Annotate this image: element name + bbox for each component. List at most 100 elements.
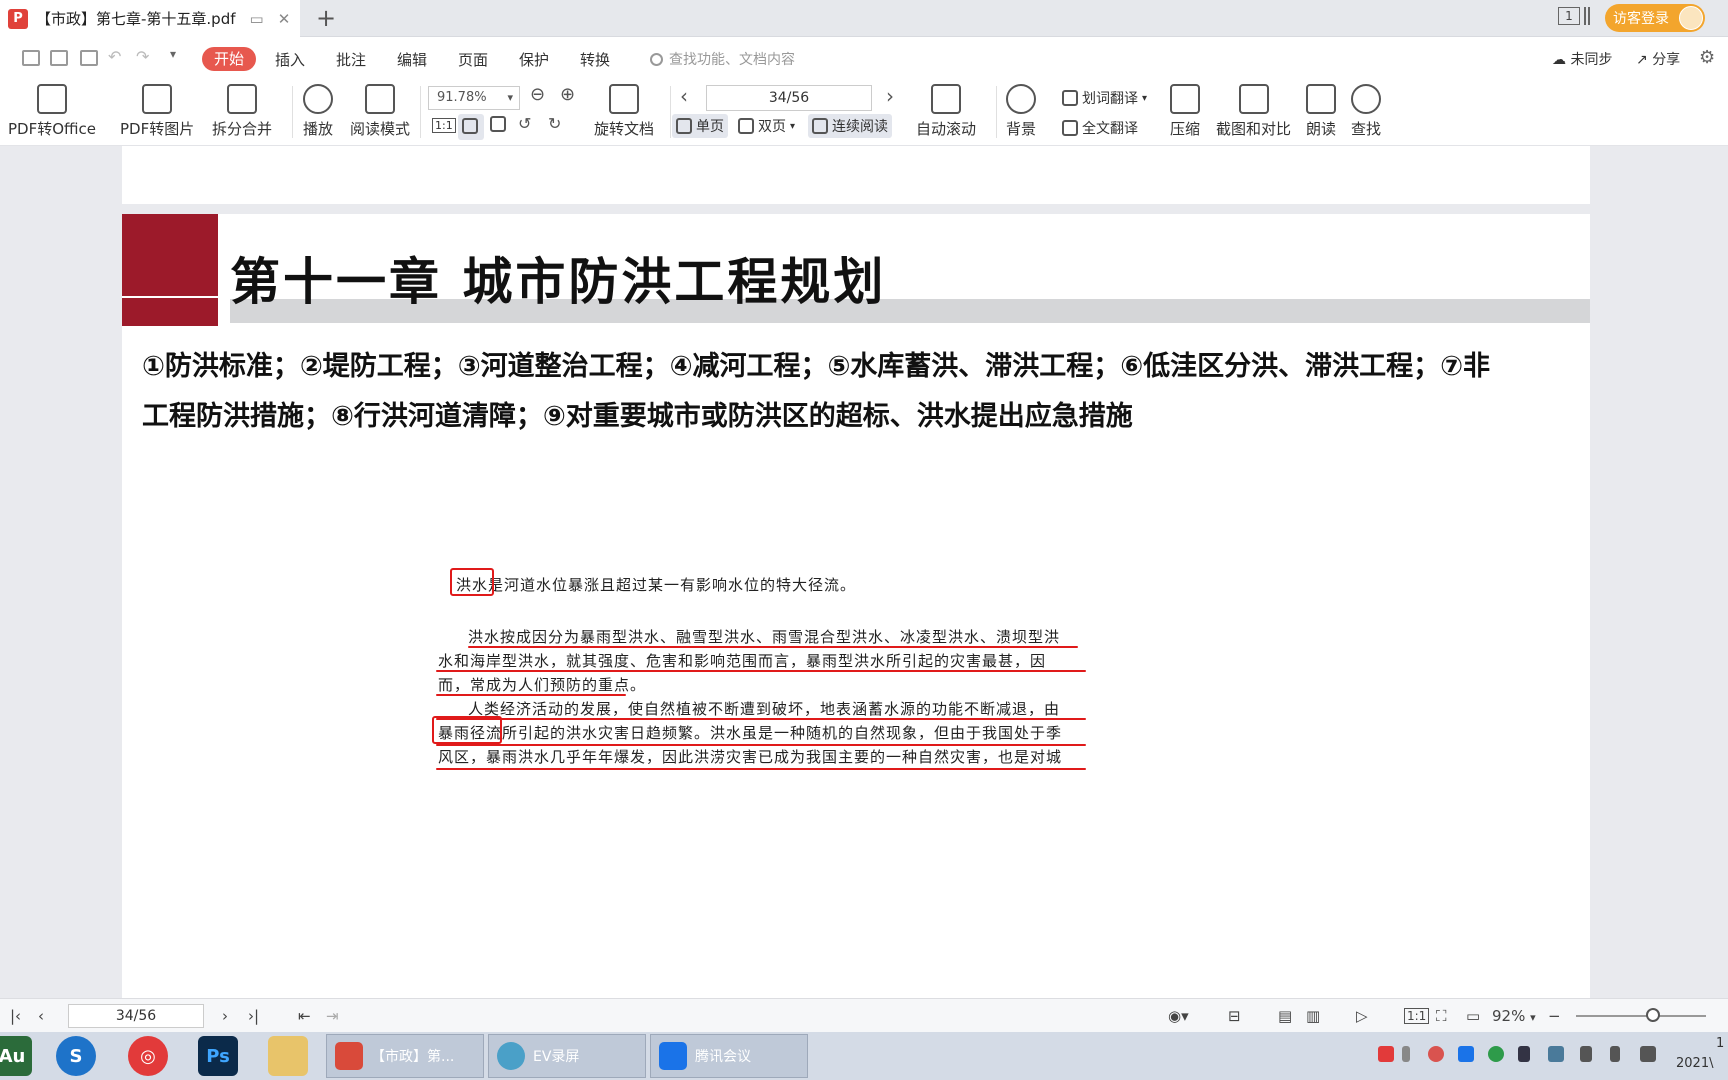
audition-app-icon[interactable]: Au	[0, 1036, 32, 1076]
network-tray-icon[interactable]	[1548, 1046, 1564, 1062]
guest-login-button[interactable]: 访客登录	[1605, 4, 1705, 32]
zoom-out-icon[interactable]: −	[1548, 1007, 1561, 1025]
ribbon-toolbar: PDF转Office PDF转图片 拆分合并 播放 阅读模式 91.78% ▾ …	[0, 78, 1728, 146]
security-tray-icon[interactable]	[1488, 1046, 1504, 1062]
forward-icon[interactable]: ⇥	[326, 1007, 339, 1025]
double-page-icon[interactable]: ▥	[1306, 1007, 1320, 1025]
document-viewport[interactable]: 第十一章 城市防洪工程规划 ①防洪标准；②堤防工程；③河道整治工程；④减河工程；…	[0, 146, 1728, 998]
file-explorer-icon[interactable]	[268, 1036, 308, 1076]
rotate-left-icon[interactable]: ↺	[518, 114, 531, 133]
redo-icon[interactable]: ↷	[136, 47, 149, 66]
fit-width-icon[interactable]	[490, 116, 506, 136]
auto-scroll-button[interactable]: 自动滚动	[916, 84, 976, 139]
window-count-badge[interactable]: 1	[1558, 7, 1580, 25]
split-merge-button[interactable]: 拆分合并	[212, 84, 272, 139]
play-icon[interactable]: ▷	[1356, 1007, 1368, 1025]
play-button[interactable]: 播放	[303, 84, 333, 139]
zoom-out-icon[interactable]: ⊖	[530, 84, 545, 105]
single-page-icon[interactable]: ▤	[1278, 1007, 1292, 1025]
print-icon[interactable]	[80, 50, 98, 66]
tab-protect[interactable]: 保护	[519, 49, 549, 70]
clock-time[interactable]: 1	[1716, 1036, 1724, 1051]
document-tab[interactable]: P 【市政】第七章-第十五章.pdf ▭ ✕	[0, 0, 300, 37]
new-tab-button[interactable]: +	[316, 4, 336, 32]
zoom-level[interactable]: 92% ▾	[1492, 1007, 1536, 1025]
window-menu-icon[interactable]	[1584, 7, 1590, 25]
last-page-icon[interactable]: ›|	[248, 1007, 259, 1025]
continuous-read-label: 连续阅读	[832, 119, 888, 135]
pin-tab-icon[interactable]: ▭	[250, 10, 264, 28]
single-page-button[interactable]: 单页	[672, 114, 728, 138]
photoshop-app-icon[interactable]: Ps	[198, 1036, 238, 1076]
sogou-app-icon[interactable]: S	[56, 1036, 96, 1076]
rotate-document-icon	[609, 84, 639, 114]
tencent-meeting-tray-icon[interactable]	[1458, 1046, 1474, 1062]
taskbar-window-wps[interactable]: 【市政】第...	[326, 1034, 484, 1078]
prev-page-icon[interactable]: ‹	[38, 1007, 44, 1025]
scanned-excerpt: 洪水是河道水位暴涨且超过某一有影响水位的特大径流。 洪水按成因分为暴雨型洪水、融…	[432, 568, 1092, 780]
compress-button[interactable]: 压缩	[1170, 84, 1200, 139]
zoom-select[interactable]: 91.78% ▾	[428, 86, 520, 110]
gear-icon[interactable]: ⚙	[1699, 47, 1715, 68]
tab-convert[interactable]: 转换	[580, 49, 610, 70]
tab-insert[interactable]: 插入	[275, 49, 305, 70]
fit-page-icon[interactable]: ⛶	[1436, 1007, 1447, 1025]
quick-access-dropdown-icon[interactable]: ▾	[170, 47, 176, 61]
next-page-icon[interactable]: ›	[886, 84, 894, 108]
actual-size-button[interactable]: 1:1	[432, 118, 456, 133]
annotation-box	[432, 716, 502, 744]
fit-width-icon[interactable]: ▭	[1466, 1007, 1480, 1025]
summary-line: ①防洪标准；②堤防工程；③河道整治工程；④减河工程；⑤水库蓄洪、滞洪工程；⑥低洼…	[142, 351, 1491, 382]
rotate-document-button[interactable]: 旋转文档	[594, 84, 654, 139]
search-input[interactable]: 查找功能、文档内容	[650, 49, 795, 69]
tab-edit[interactable]: 编辑	[397, 49, 427, 70]
tab-page[interactable]: 页面	[458, 49, 488, 70]
find-button[interactable]: 查找	[1351, 84, 1381, 139]
continuous-read-icon	[812, 118, 828, 134]
netease-music-icon[interactable]: ◎	[128, 1036, 168, 1076]
zoom-slider-handle[interactable]	[1646, 1008, 1660, 1022]
pdf-to-image-button[interactable]: PDF转图片	[120, 84, 194, 139]
clock-date[interactable]: 2021\	[1676, 1056, 1713, 1071]
save-icon[interactable]	[50, 50, 68, 66]
tab-start[interactable]: 开始	[202, 47, 256, 71]
close-tab-icon[interactable]: ✕	[278, 10, 291, 28]
zoom-in-icon[interactable]: ⊕	[560, 84, 575, 105]
volume-icon[interactable]	[1610, 1046, 1620, 1062]
undo-icon[interactable]: ↶	[108, 47, 121, 66]
continuous-read-button[interactable]: 连续阅读	[808, 114, 892, 138]
rotate-right-icon[interactable]: ↻	[548, 114, 561, 133]
page-number-input[interactable]: 34/56	[706, 85, 872, 111]
wifi-icon[interactable]	[1640, 1046, 1656, 1062]
actual-size-button[interactable]: 1:1	[1404, 1008, 1430, 1024]
sogou-tray-icon[interactable]	[1378, 1046, 1394, 1062]
taskbar-window-tencent-meeting[interactable]: 腾讯会议	[650, 1034, 808, 1078]
word-translate-button[interactable]: 划词翻译 ▾	[1062, 88, 1147, 108]
page-number-input[interactable]: 34/56	[68, 1004, 204, 1028]
screenshot-compare-button[interactable]: 截图和对比	[1216, 84, 1291, 139]
first-page-icon[interactable]: |‹	[10, 1007, 21, 1025]
bluetooth-icon[interactable]	[1518, 1046, 1530, 1062]
battery-icon[interactable]	[1580, 1046, 1592, 1062]
share-button[interactable]: ↗ 分享	[1636, 49, 1680, 69]
prev-page-icon[interactable]: ‹	[680, 84, 688, 108]
back-icon[interactable]: ⇤	[298, 1007, 311, 1025]
pdf-to-office-button[interactable]: PDF转Office	[8, 84, 96, 139]
read-mode-button[interactable]: 阅读模式	[350, 84, 410, 139]
eye-icon[interactable]: ◉▾	[1168, 1007, 1189, 1025]
next-page-icon[interactable]: ›	[222, 1007, 228, 1025]
sync-button[interactable]: ☁ 未同步	[1552, 49, 1612, 69]
read-aloud-button[interactable]: 朗读	[1306, 84, 1336, 139]
taskbar-window-ev[interactable]: EV录屏	[488, 1034, 646, 1078]
full-translate-button[interactable]: 全文翻译	[1062, 118, 1138, 138]
open-folder-icon[interactable]	[22, 50, 40, 66]
zoom-slider[interactable]	[1576, 1015, 1706, 1017]
tray-app-icon[interactable]	[1428, 1046, 1444, 1062]
continuous-icon[interactable]: ⊟	[1228, 1007, 1241, 1025]
auto-scroll-icon	[931, 84, 961, 114]
background-button[interactable]: 背景	[1006, 84, 1036, 139]
double-page-button[interactable]: 双页 ▾	[738, 116, 795, 136]
tab-annotate[interactable]: 批注	[336, 49, 366, 70]
tray-arrow-icon[interactable]	[1402, 1046, 1410, 1062]
fit-page-icon[interactable]	[458, 114, 484, 140]
